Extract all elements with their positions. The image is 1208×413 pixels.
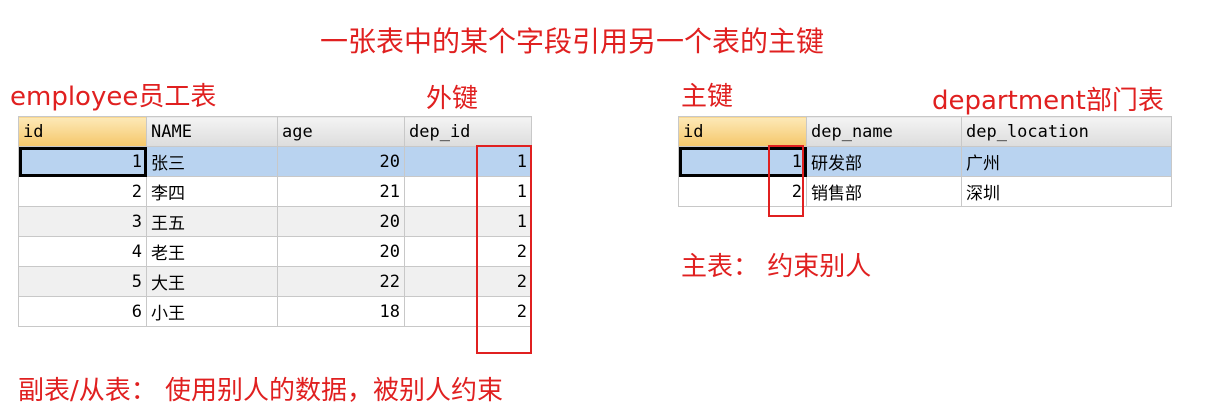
- table-row[interactable]: 2 销售部 深圳: [678, 176, 1172, 207]
- employee-cell-age[interactable]: 20: [277, 206, 405, 237]
- employee-cell-name[interactable]: 老王: [146, 236, 278, 267]
- table-row[interactable]: 5 大王 22 2: [18, 266, 532, 297]
- employee-col-age[interactable]: age: [277, 116, 405, 147]
- department-cell-dep-name[interactable]: 销售部: [806, 176, 962, 207]
- table-row[interactable]: 3 王五 20 1: [18, 206, 532, 237]
- employee-cell-name[interactable]: 李四: [146, 176, 278, 207]
- table-row[interactable]: 6 小王 18 2: [18, 296, 532, 327]
- employee-cell-id[interactable]: 3: [18, 206, 147, 237]
- employee-cell-name[interactable]: 大王: [146, 266, 278, 297]
- employee-col-name[interactable]: NAME: [146, 116, 278, 147]
- employee-cell-age[interactable]: 20: [277, 236, 405, 267]
- department-cell-dep-location[interactable]: 广州: [961, 146, 1172, 177]
- foreign-key-highlight: [476, 145, 532, 354]
- table-row[interactable]: 2 李四 21 1: [18, 176, 532, 207]
- primary-key-highlight: [768, 145, 804, 217]
- department-cell-dep-location[interactable]: 深圳: [961, 176, 1172, 207]
- sub-table-note: 副表/从表： 使用别人的数据，被别人约束: [18, 376, 504, 406]
- employee-cell-age[interactable]: 20: [277, 146, 405, 177]
- employee-table: id NAME age dep_id 1 张三 20 1 2 李四 21 1 3…: [18, 116, 532, 327]
- primary-key-label: 主键: [681, 82, 734, 112]
- employee-cell-id[interactable]: 5: [18, 266, 147, 297]
- employee-cell-id[interactable]: 4: [18, 236, 147, 267]
- employee-cell-age[interactable]: 21: [277, 176, 405, 207]
- department-cell-dep-name[interactable]: 研发部: [806, 146, 962, 177]
- employee-cell-age[interactable]: 22: [277, 266, 405, 297]
- department-col-id[interactable]: id: [678, 116, 807, 147]
- employee-col-id[interactable]: id: [18, 116, 147, 147]
- department-col-dep-name[interactable]: dep_name: [806, 116, 962, 147]
- main-table-note: 主表： 约束别人: [681, 252, 872, 282]
- table-row[interactable]: 4 老王 20 2: [18, 236, 532, 267]
- employee-table-label: employee员工表: [10, 82, 217, 112]
- department-table-label: department部门表: [932, 86, 1164, 116]
- employee-cell-age[interactable]: 18: [277, 296, 405, 327]
- table-row[interactable]: 1 张三 20 1: [18, 146, 532, 177]
- employee-header-row: id NAME age dep_id: [18, 116, 532, 147]
- employee-cell-name[interactable]: 张三: [146, 146, 278, 177]
- department-col-dep-location[interactable]: dep_location: [961, 116, 1172, 147]
- employee-col-dep-id[interactable]: dep_id: [404, 116, 532, 147]
- foreign-key-label: 外键: [426, 84, 479, 114]
- department-table: id dep_name dep_location 1 研发部 广州 2 销售部 …: [678, 116, 1172, 207]
- employee-cell-id[interactable]: 6: [18, 296, 147, 327]
- employee-cell-id[interactable]: 2: [18, 176, 147, 207]
- employee-cell-id[interactable]: 1: [18, 146, 147, 177]
- employee-cell-name[interactable]: 小王: [146, 296, 278, 327]
- employee-cell-name[interactable]: 王五: [146, 206, 278, 237]
- diagram-title: 一张表中的某个字段引用另一个表的主键: [320, 25, 825, 58]
- table-row[interactable]: 1 研发部 广州: [678, 146, 1172, 177]
- department-header-row: id dep_name dep_location: [678, 116, 1172, 147]
